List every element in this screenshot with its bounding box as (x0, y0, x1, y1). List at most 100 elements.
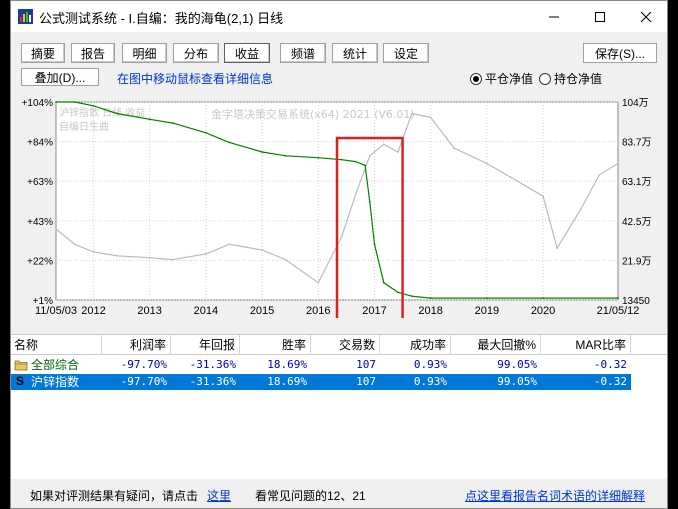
tab-settings[interactable]: 设定 (383, 43, 429, 63)
equity-series-line-point (542, 297, 544, 299)
header-annual-return[interactable]: 年回报 (171, 335, 240, 355)
tab-statistics[interactable]: 统计 (332, 43, 378, 63)
row-name: 沪锌指数 (31, 375, 80, 389)
minimize-icon (549, 16, 559, 17)
x-axis-tick-label: 2019 (475, 305, 499, 317)
radio-closed-equity[interactable]: 平仓净值 (470, 70, 533, 87)
row-win-rate: 18.69% (267, 358, 307, 371)
price-series-line-point (55, 227, 57, 230)
status-prefix: 如果对评测结果有疑问，请点击 (30, 489, 199, 503)
chart-hint: 在图中移动鼠标查看详细信息 (117, 72, 274, 86)
title-bar[interactable]: 公式测试系统 - I.自编：我的海龟(2,1) 日线 (11, 1, 667, 32)
x-axis-tick-label: 2017 (362, 305, 386, 317)
left-axis-tick-label: +63% (27, 177, 53, 188)
equity-series-line-point (228, 141, 231, 144)
header-name[interactable]: 名称 (11, 335, 102, 355)
price-series-line-point (284, 258, 287, 261)
row-profit-rate: -97.70% (120, 375, 167, 388)
row-profit-rate: -97.70% (120, 358, 167, 371)
left-axis-tick-label: +22% (27, 256, 53, 267)
tab-returns[interactable]: 收益 (224, 43, 270, 63)
x-axis-tick-label: 2015 (250, 305, 274, 317)
equity-series-line-point (148, 118, 151, 121)
row-trade-count: 107 (356, 375, 376, 388)
equity-series-line-point (429, 297, 432, 299)
table-row[interactable]: 全部综合 -97.70% -31.36% 18.69% 107 0.93% 99… (11, 357, 631, 373)
right-axis-tick-label: 42.5万 (622, 217, 651, 228)
equity-series-line-point (284, 154, 287, 157)
price-series-line-point (429, 116, 432, 119)
x-axis-tick-label: 2016 (306, 305, 330, 317)
equity-series-line-point (354, 160, 357, 163)
row-win-rate: 18.69% (267, 375, 307, 388)
equity-series-line-point (73, 101, 76, 103)
left-axis-tick-label: +43% (27, 217, 53, 228)
tab-distribution[interactable]: 分布 (173, 43, 219, 63)
header-profit-rate[interactable]: 利润率 (102, 335, 171, 355)
maximize-button[interactable] (577, 1, 623, 32)
right-axis-tick-label: 63.1万 (622, 177, 651, 188)
row-trade-count: 107 (356, 358, 376, 371)
price-series-line-point (317, 281, 320, 284)
price-series-line-point (485, 162, 488, 165)
equity-series-line-point (617, 297, 619, 299)
price-series-line-point (92, 251, 95, 253)
save-button[interactable]: 保存(S)... (583, 43, 657, 63)
window-title: 公式测试系统 - I.自编：我的海龟(2,1) 日线 (39, 11, 284, 26)
x-axis-tick-label: 2018 (418, 305, 442, 317)
close-button[interactable] (623, 1, 667, 32)
status-here-link[interactable]: 这里 (207, 487, 231, 504)
header-max-drawdown[interactable]: 最大回撤% (451, 335, 541, 355)
table-header: 名称 利润率 年回报 胜率 交易数 成功率 最大回撤% MAR比率 (11, 335, 667, 355)
price-series-line-point (396, 151, 399, 153)
equity-series-line-point (411, 295, 413, 298)
tab-spectrum[interactable]: 频谱 (280, 43, 326, 63)
row-success-rate: 0.93% (413, 375, 447, 388)
glossary-link[interactable]: 点这里看报告名词术语的详细解释 (465, 487, 645, 504)
header-trade-count[interactable]: 交易数 (311, 335, 380, 355)
equity-series-line-point (396, 291, 399, 294)
x-axis-tick-label: 2020 (531, 305, 555, 317)
x-axis-tick-label: 2014 (194, 305, 218, 317)
left-axis-tick-label: +84% (27, 138, 53, 149)
equity-series-line-point (115, 112, 118, 115)
header-mar-ratio[interactable]: MAR比率 (541, 335, 631, 355)
price-series-line-point (411, 112, 413, 115)
header-win-rate[interactable]: 胜率 (240, 335, 311, 355)
tab-report[interactable]: 报告 (71, 43, 115, 63)
header-success-rate[interactable]: 成功率 (380, 335, 451, 355)
x-axis-tick-label: 21/05/12 (597, 305, 640, 317)
equity-series-line-point (485, 297, 488, 299)
x-axis-tick-label: 11/05/03 (35, 305, 77, 317)
price-series-line-point (73, 243, 76, 246)
row-mar-ratio: -0.32 (593, 358, 627, 371)
price-series-line-point (172, 258, 174, 261)
row-success-rate: 0.93% (413, 358, 447, 371)
returns-chart[interactable]: +104% 104万 +84% 83.7万 +63% 63.1万 +43% 42.5万 +22%… (11, 94, 668, 318)
price-series-line-point (228, 243, 231, 246)
tab-summary[interactable]: 摘要 (21, 43, 65, 63)
row-name: 全部综合 (31, 358, 80, 372)
equity-series-line-point (368, 201, 371, 203)
radio-unselected-icon (539, 72, 551, 85)
row-mar-ratio: -0.32 (593, 375, 627, 388)
equity-series-line-point (373, 243, 376, 246)
x-axis-tick-label: 2012 (81, 305, 105, 317)
price-series-line-point (382, 143, 385, 146)
price-series-line-point (542, 195, 544, 198)
tab-detail[interactable]: 明细 (122, 43, 167, 63)
radio-open-equity[interactable]: 持仓净值 (539, 70, 602, 87)
equity-series-line-point (55, 101, 57, 103)
equity-series-line-point (317, 156, 320, 159)
equity-series-line-point (261, 151, 263, 153)
price-series-line-point (204, 252, 207, 255)
returns-chart-svg[interactable]: +104% 104万 +84% 83.7万 +63% 63.1万 +43% 42.5万 +22%… (11, 94, 668, 318)
results-table: 名称 利润率 年回报 胜率 交易数 成功率 最大回撤% MAR比率 全部综合 -… (11, 334, 667, 479)
table-row-selected[interactable]: S 沪锌指数 -97.70% -31.36% 18.69% 107 0.93% … (11, 374, 631, 390)
minimize-button[interactable] (531, 1, 577, 32)
price-series-line-point (115, 254, 118, 257)
overlay-label: 沪锌指数 日线 收益 (59, 106, 145, 119)
x-axis-tick-label: 2013 (137, 305, 161, 317)
overlay-button[interactable]: 叠加(D)... (21, 68, 99, 86)
price-series-line-point (340, 235, 343, 238)
